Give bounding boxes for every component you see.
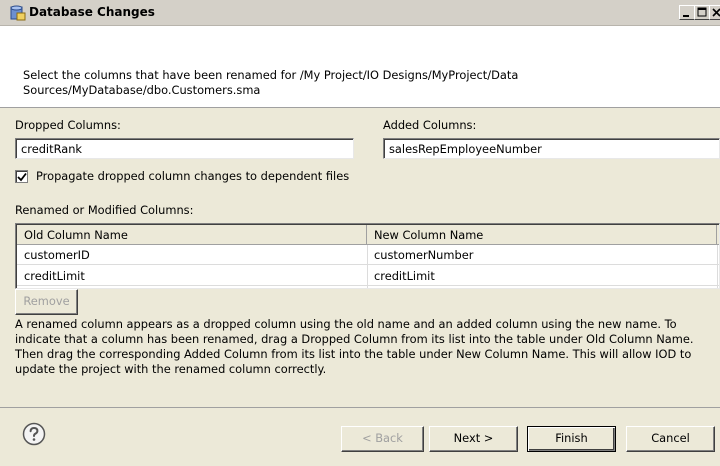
title-bar[interactable]: Database Changes: [0, 0, 720, 26]
cancel-button[interactable]: Cancel: [626, 426, 715, 452]
window-title: Database Changes: [29, 5, 155, 19]
database-changes-dialog: Database Changes Select the columns that…: [0, 0, 720, 466]
dropped-columns-label: Dropped Columns:: [15, 118, 121, 132]
column-divider: [367, 245, 368, 288]
minimize-icon: [683, 15, 689, 17]
added-column-item[interactable]: salesRepEmployeeNumber: [389, 142, 542, 156]
table-row[interactable]: creditLimit creditLimit: [17, 266, 719, 286]
column-header-new-name[interactable]: New Column Name: [367, 225, 717, 245]
main-panel: Dropped Columns: creditRank Added Column…: [0, 109, 720, 407]
dropped-column-item[interactable]: creditRank: [21, 142, 82, 156]
dropped-columns-list[interactable]: creditRank: [15, 138, 354, 159]
table-row[interactable]: customerID customerNumber: [17, 245, 719, 265]
help-icon[interactable]: [22, 422, 46, 446]
propagate-checkbox[interactable]: [15, 170, 28, 183]
close-button[interactable]: [709, 5, 720, 20]
instruction-banner: Select the columns that have been rename…: [0, 26, 720, 108]
column-divider: [717, 245, 718, 288]
maximize-button[interactable]: [694, 5, 710, 20]
added-columns-label: Added Columns:: [383, 118, 477, 132]
minimize-button[interactable]: [679, 5, 695, 20]
old-name-cell[interactable]: creditLimit: [17, 266, 367, 286]
remove-button[interactable]: Remove: [15, 289, 78, 315]
checkmark-icon: [17, 172, 27, 182]
new-name-cell[interactable]: customerNumber: [367, 245, 717, 265]
renamed-columns-table[interactable]: Old Column Name New Column Name customer…: [15, 223, 720, 289]
maximize-icon: [697, 7, 707, 17]
next-button[interactable]: Next >: [429, 426, 518, 452]
instruction-text: Select the columns that have been rename…: [23, 68, 519, 97]
back-button[interactable]: < Back: [341, 426, 424, 452]
renamed-columns-label: Renamed or Modified Columns:: [15, 203, 194, 217]
button-bar: < Back Next > Finish Cancel: [0, 407, 720, 466]
database-icon: [10, 5, 26, 21]
close-icon: [712, 8, 720, 17]
added-columns-list[interactable]: salesRepEmployeeNumber: [383, 138, 720, 159]
help-description: A renamed column appears as a dropped co…: [15, 317, 694, 376]
finish-button[interactable]: Finish: [527, 426, 616, 452]
column-header-old-name[interactable]: Old Column Name: [17, 225, 367, 245]
propagate-label[interactable]: Propagate dropped column changes to depe…: [36, 169, 349, 183]
old-name-cell[interactable]: customerID: [17, 245, 367, 265]
new-name-cell[interactable]: creditLimit: [367, 266, 717, 286]
